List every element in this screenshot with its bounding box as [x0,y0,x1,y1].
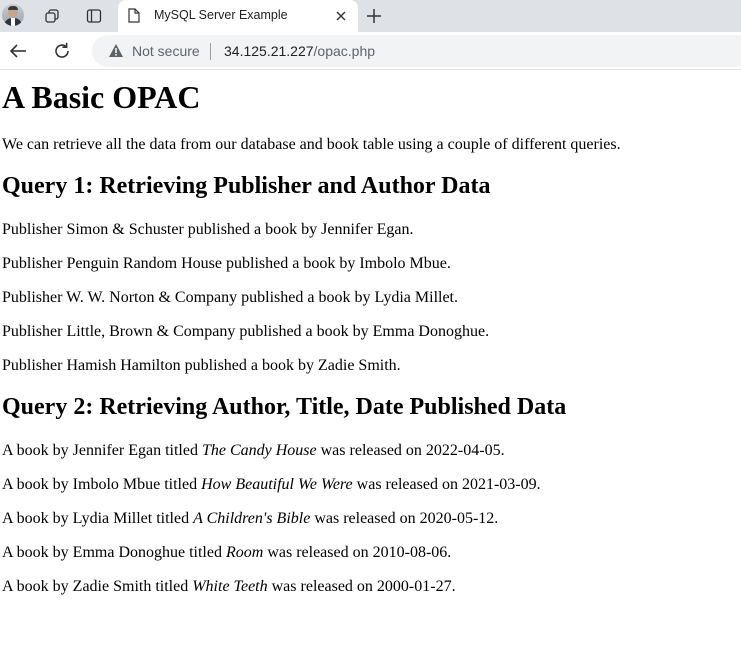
row-text: was released on [263,544,373,561]
book-title: A Children's Bible [193,510,311,527]
row-text: 2000-01-27 [376,578,452,595]
publisher-row: Publisher Little, Brown & Company publis… [2,322,489,342]
book-row: A book by Zadie Smith titled White Teeth… [2,577,456,597]
security-status-label[interactable]: Not secure [132,43,200,59]
refresh-icon[interactable] [51,40,73,62]
page-icon [128,8,140,23]
browser-toolbar: Not secure 34.125.21.227/opac.php [0,32,741,70]
row-text: Penguin Random House [66,255,222,272]
address-bar[interactable]: Not secure 34.125.21.227/opac.php [92,35,741,67]
address-divider [210,43,211,60]
row-text: titled [160,476,202,493]
row-text: Emma Donoghue [72,544,186,561]
new-tab-icon[interactable] [364,6,384,26]
row-text: was released on [267,578,377,595]
row-text: published a book by [222,255,360,272]
intro-text: We can retrieve all the data from our da… [2,136,621,153]
book-title: How Beautiful We Were [201,476,353,493]
book-title: Room [225,544,264,561]
row-text: . [536,476,541,493]
tab-mysql-server-example[interactable]: MySQL Server Example [118,0,358,32]
row-text: titled [152,510,194,527]
vertical-tabs-icon[interactable] [80,4,108,28]
url-host: 34.125.21.227 [224,43,314,59]
row-text: A book by [2,510,73,527]
row-text: Lydia Millet [72,510,153,527]
publisher-row: Publisher Simon & Schuster published a b… [2,220,414,240]
row-text: was released on [352,476,462,493]
row-text: W. W. Norton & Company [66,289,238,306]
tab-title: MySQL Server Example [154,8,288,22]
row-text: A book by [2,476,73,493]
row-text: Jennifer Egan [321,221,410,238]
row-text: 2020-05-12 [419,510,495,527]
row-text: Jennifer Egan [72,442,162,459]
query1-heading: Query 1: Retrieving Publisher and Author… [2,173,491,199]
publisher-row: Publisher W. W. Norton & Company publish… [2,288,458,308]
row-text: 2021-03-09 [461,476,537,493]
row-text: 2022-04-05 [425,442,501,459]
warning-icon[interactable] [108,43,124,58]
row-text: Publisher [2,357,67,374]
row-text: was released on [316,442,426,459]
row-text: . [396,357,401,374]
url-text[interactable]: 34.125.21.227/opac.php [224,43,375,59]
row-text: A book by [2,578,73,595]
book-row: A book by Emma Donoghue titled Room was … [2,543,451,563]
row-text: Hamish Hamilton [66,357,181,374]
publisher-row: Publisher Hamish Hamilton published a bo… [2,356,401,376]
url-path: /opac.php [313,43,376,59]
query2-heading: Query 2: Retrieving Author, Title, Date … [2,394,567,420]
row-text: published a book by [180,357,318,374]
row-text: titled [185,544,226,561]
row-text: titled [161,442,202,459]
row-text: Imbolo Mbue [359,255,447,272]
row-text: Publisher [2,323,67,340]
row-text: Little, Brown & Company [66,323,236,340]
row-text: published a book by [235,323,373,340]
book-row: A book by Lydia Millet titled A Children… [2,509,498,529]
profile-avatar[interactable] [2,4,24,26]
row-text: titled [151,578,193,595]
row-text: published a book by [183,221,322,238]
row-text: . [451,578,456,595]
book-row: A book by Jennifer Egan titled The Candy… [2,441,505,461]
row-text: Lydia Millet [374,289,454,306]
row-text: . [446,255,451,272]
close-tab-icon[interactable] [334,9,348,23]
row-text: Simon & Schuster [66,221,184,238]
row-text: . [485,323,490,340]
row-text: 2010-08-06 [372,544,448,561]
row-text: Publisher [2,221,67,238]
row-text: . [494,510,499,527]
row-text: published a book by [237,289,375,306]
book-row: A book by Imbolo Mbue titled How Beautif… [2,475,541,495]
browser-tab-bar: MySQL Server Example [0,0,741,32]
page-title: A Basic OPAC [2,79,201,115]
row-text: Zadie Smith [318,357,397,374]
back-arrow-icon[interactable] [7,40,29,62]
workspaces-icon[interactable] [38,4,66,28]
row-text: . [500,442,505,459]
row-text: A book by [2,442,73,459]
row-text: Emma Donoghue [372,323,486,340]
book-title: White Teeth [192,578,268,595]
row-text: Publisher [2,255,67,272]
row-text: . [447,544,452,561]
row-text: Imbolo Mbue [72,476,161,493]
row-text: . [409,221,414,238]
row-text: was released on [310,510,420,527]
row-text: . [454,289,458,306]
row-text: Publisher [2,289,67,306]
row-text: A book by [2,544,73,561]
row-text: Zadie Smith [72,578,152,595]
publisher-row: Publisher Penguin Random House published… [2,254,451,274]
book-title: The Candy House [201,442,317,459]
